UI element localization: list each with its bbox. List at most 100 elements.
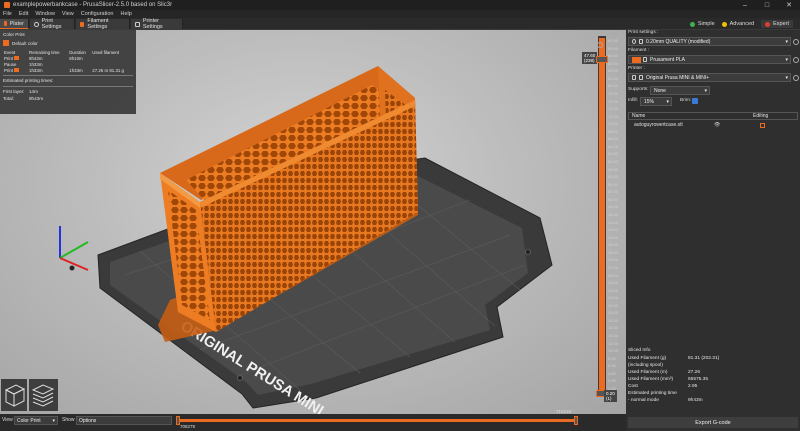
sliced-key: Used Filament (mm³) xyxy=(628,377,674,382)
eye-icon[interactable]: 👁 xyxy=(714,122,720,128)
tab-plater[interactable]: Plater xyxy=(0,19,29,29)
gcode-move-left-value: 708279 xyxy=(180,424,196,429)
view-type-select[interactable]: Color Print ▾ xyxy=(14,416,58,425)
mode-simple[interactable]: Simple xyxy=(689,21,715,27)
total-label: Total: xyxy=(3,96,14,101)
gcode-move-slider[interactable] xyxy=(178,419,576,422)
tab-filament-settings[interactable]: Filament Settings xyxy=(76,18,130,30)
menu-window[interactable]: Window xyxy=(35,11,55,17)
layer-tick-label: 28.00 xyxy=(608,280,619,286)
minimize-icon[interactable]: – xyxy=(734,0,756,10)
object-list-item[interactable]: autoguyrowertcase.stl 👁 xyxy=(628,121,798,129)
add-filament-preset-icon[interactable] xyxy=(793,57,799,63)
menu-file[interactable]: File xyxy=(3,11,12,17)
mode-advanced[interactable]: Advanced xyxy=(721,21,754,27)
menu-help[interactable]: Help xyxy=(120,11,131,17)
supports-select[interactable]: None ▾ xyxy=(650,86,710,95)
layer-tick-label: 72.00 xyxy=(608,113,619,119)
infill-select[interactable]: 15% ▾ xyxy=(640,97,672,106)
sliced-key: (including spool) xyxy=(628,363,663,368)
layer-tick-label: 12.00 xyxy=(608,340,619,346)
layer-tick-label: 60.00 xyxy=(608,159,619,165)
cube-view-icon[interactable] xyxy=(1,379,27,411)
simple-dot-icon xyxy=(689,21,695,27)
legend-remaining: 1h33m xyxy=(29,67,43,73)
sliced-info-title: Sliced Info xyxy=(628,348,651,353)
layer-tick-label: 74.00 xyxy=(608,106,619,112)
sliced-key: - normal mode xyxy=(628,398,659,403)
infill-label: Infill: xyxy=(628,98,638,103)
legend-divider xyxy=(3,86,133,87)
layer-tick-label: 82.00 xyxy=(608,75,619,81)
layer-bottom-number: (1) xyxy=(606,396,612,401)
default-color-label: Default color xyxy=(12,40,38,46)
color-swatch xyxy=(14,55,20,60)
layer-slider[interactable]: 47.60 (238) 92.00 90.00 88.00 86.00 84.00 82.… xyxy=(582,30,626,414)
tab-bar: Plater Print Settings Filament Settings … xyxy=(0,18,800,30)
layer-tick-label: 6.00 xyxy=(608,363,616,369)
plater-icon xyxy=(4,21,7,26)
supports-value: None xyxy=(654,87,666,94)
cog-icon[interactable] xyxy=(597,42,603,48)
print-profile-value: 0.20mm QUALITY (modified) xyxy=(646,38,711,45)
legend-divider xyxy=(3,75,133,76)
printer-icon xyxy=(135,21,140,27)
view-cubes xyxy=(1,379,58,411)
mode-expert[interactable]: Expert xyxy=(761,20,793,28)
edit-icon[interactable] xyxy=(760,122,765,128)
layer-tick-label: 56.00 xyxy=(608,174,619,180)
layer-tick-label: 86.00 xyxy=(608,60,619,66)
chevron-down-icon: ▾ xyxy=(52,417,55,424)
mode-switcher: Simple Advanced Expert xyxy=(689,19,800,29)
estimated-times-title: Estimated printing times: xyxy=(3,78,54,83)
3d-viewport[interactable]: ORIGINAL PRUSA MINI Color Print Default … xyxy=(0,30,626,414)
layer-tick-label: 58.00 xyxy=(608,166,619,172)
tab-printer-settings[interactable]: Printer Settings xyxy=(131,18,183,30)
sliced-row: Cost 2.95 xyxy=(628,383,798,390)
sliced-key: Used Filament (m) xyxy=(628,370,668,375)
add-print-preset-icon[interactable] xyxy=(793,39,799,45)
layer-tick-label: 14.00 xyxy=(608,333,619,339)
layer-bottom-readout: 0.20 (1) xyxy=(604,390,617,402)
chevron-down-icon: ▾ xyxy=(666,99,669,105)
maximize-icon[interactable]: □ xyxy=(756,0,778,10)
layer-tick-label: 70.00 xyxy=(608,121,619,127)
layer-tick-label: 80.00 xyxy=(608,83,619,89)
first-layer-row: First layer: 14m xyxy=(3,89,133,94)
printer-profile-select[interactable]: Original Prusa MINI & MINI+ ▾ xyxy=(628,73,791,82)
tab-print-settings[interactable]: Print Settings xyxy=(30,18,75,30)
close-icon[interactable]: ✕ xyxy=(778,0,800,10)
show-options-select[interactable]: Options xyxy=(76,416,172,425)
filament-profile-select[interactable]: Prusament PLA ▾ xyxy=(628,55,791,64)
layer-tick-label: 88.00 xyxy=(608,53,619,59)
print-settings-label: Print settings : xyxy=(628,30,659,35)
chevron-down-icon: ▾ xyxy=(785,75,788,81)
lock-icon xyxy=(639,39,643,44)
legend-row: Print 1h33m 1h33m 27.26 m 81.31 g xyxy=(3,67,133,73)
layer-tick-label: 50.00 xyxy=(608,196,619,202)
view-label: View xyxy=(2,417,13,423)
total-row: Total: 9h43m xyxy=(3,96,133,101)
cog-icon[interactable] xyxy=(597,397,603,403)
brim-checkbox[interactable] xyxy=(692,98,698,104)
layers-view-icon[interactable] xyxy=(29,379,58,411)
export-gcode-button[interactable]: Export G-code xyxy=(628,417,798,428)
layer-tick-label: 18.00 xyxy=(608,317,619,323)
printer-icon xyxy=(632,75,636,80)
menu-configuration[interactable]: Configuration xyxy=(81,11,114,17)
layer-tick-label: 92.00 xyxy=(608,38,619,43)
gcode-move-right-handle[interactable] xyxy=(574,416,578,425)
app-logo-icon xyxy=(4,2,10,8)
lock-icon xyxy=(643,57,647,62)
window-controls: – □ ✕ xyxy=(734,0,800,10)
lock-icon xyxy=(639,75,643,80)
print-profile-select[interactable]: 0.20mm QUALITY (modified) ▾ xyxy=(628,37,791,46)
layer-tick-label: 46.00 xyxy=(608,212,619,217)
add-printer-preset-icon[interactable] xyxy=(793,75,799,81)
menu-edit[interactable]: Edit xyxy=(19,11,28,17)
name-column-header: Name xyxy=(632,113,646,119)
layer-tick-label: 26.00 xyxy=(608,287,619,293)
layer-tick-label: 68.00 xyxy=(608,128,619,134)
menu-view[interactable]: View xyxy=(62,11,74,17)
filament-label: Filament : xyxy=(628,48,650,53)
